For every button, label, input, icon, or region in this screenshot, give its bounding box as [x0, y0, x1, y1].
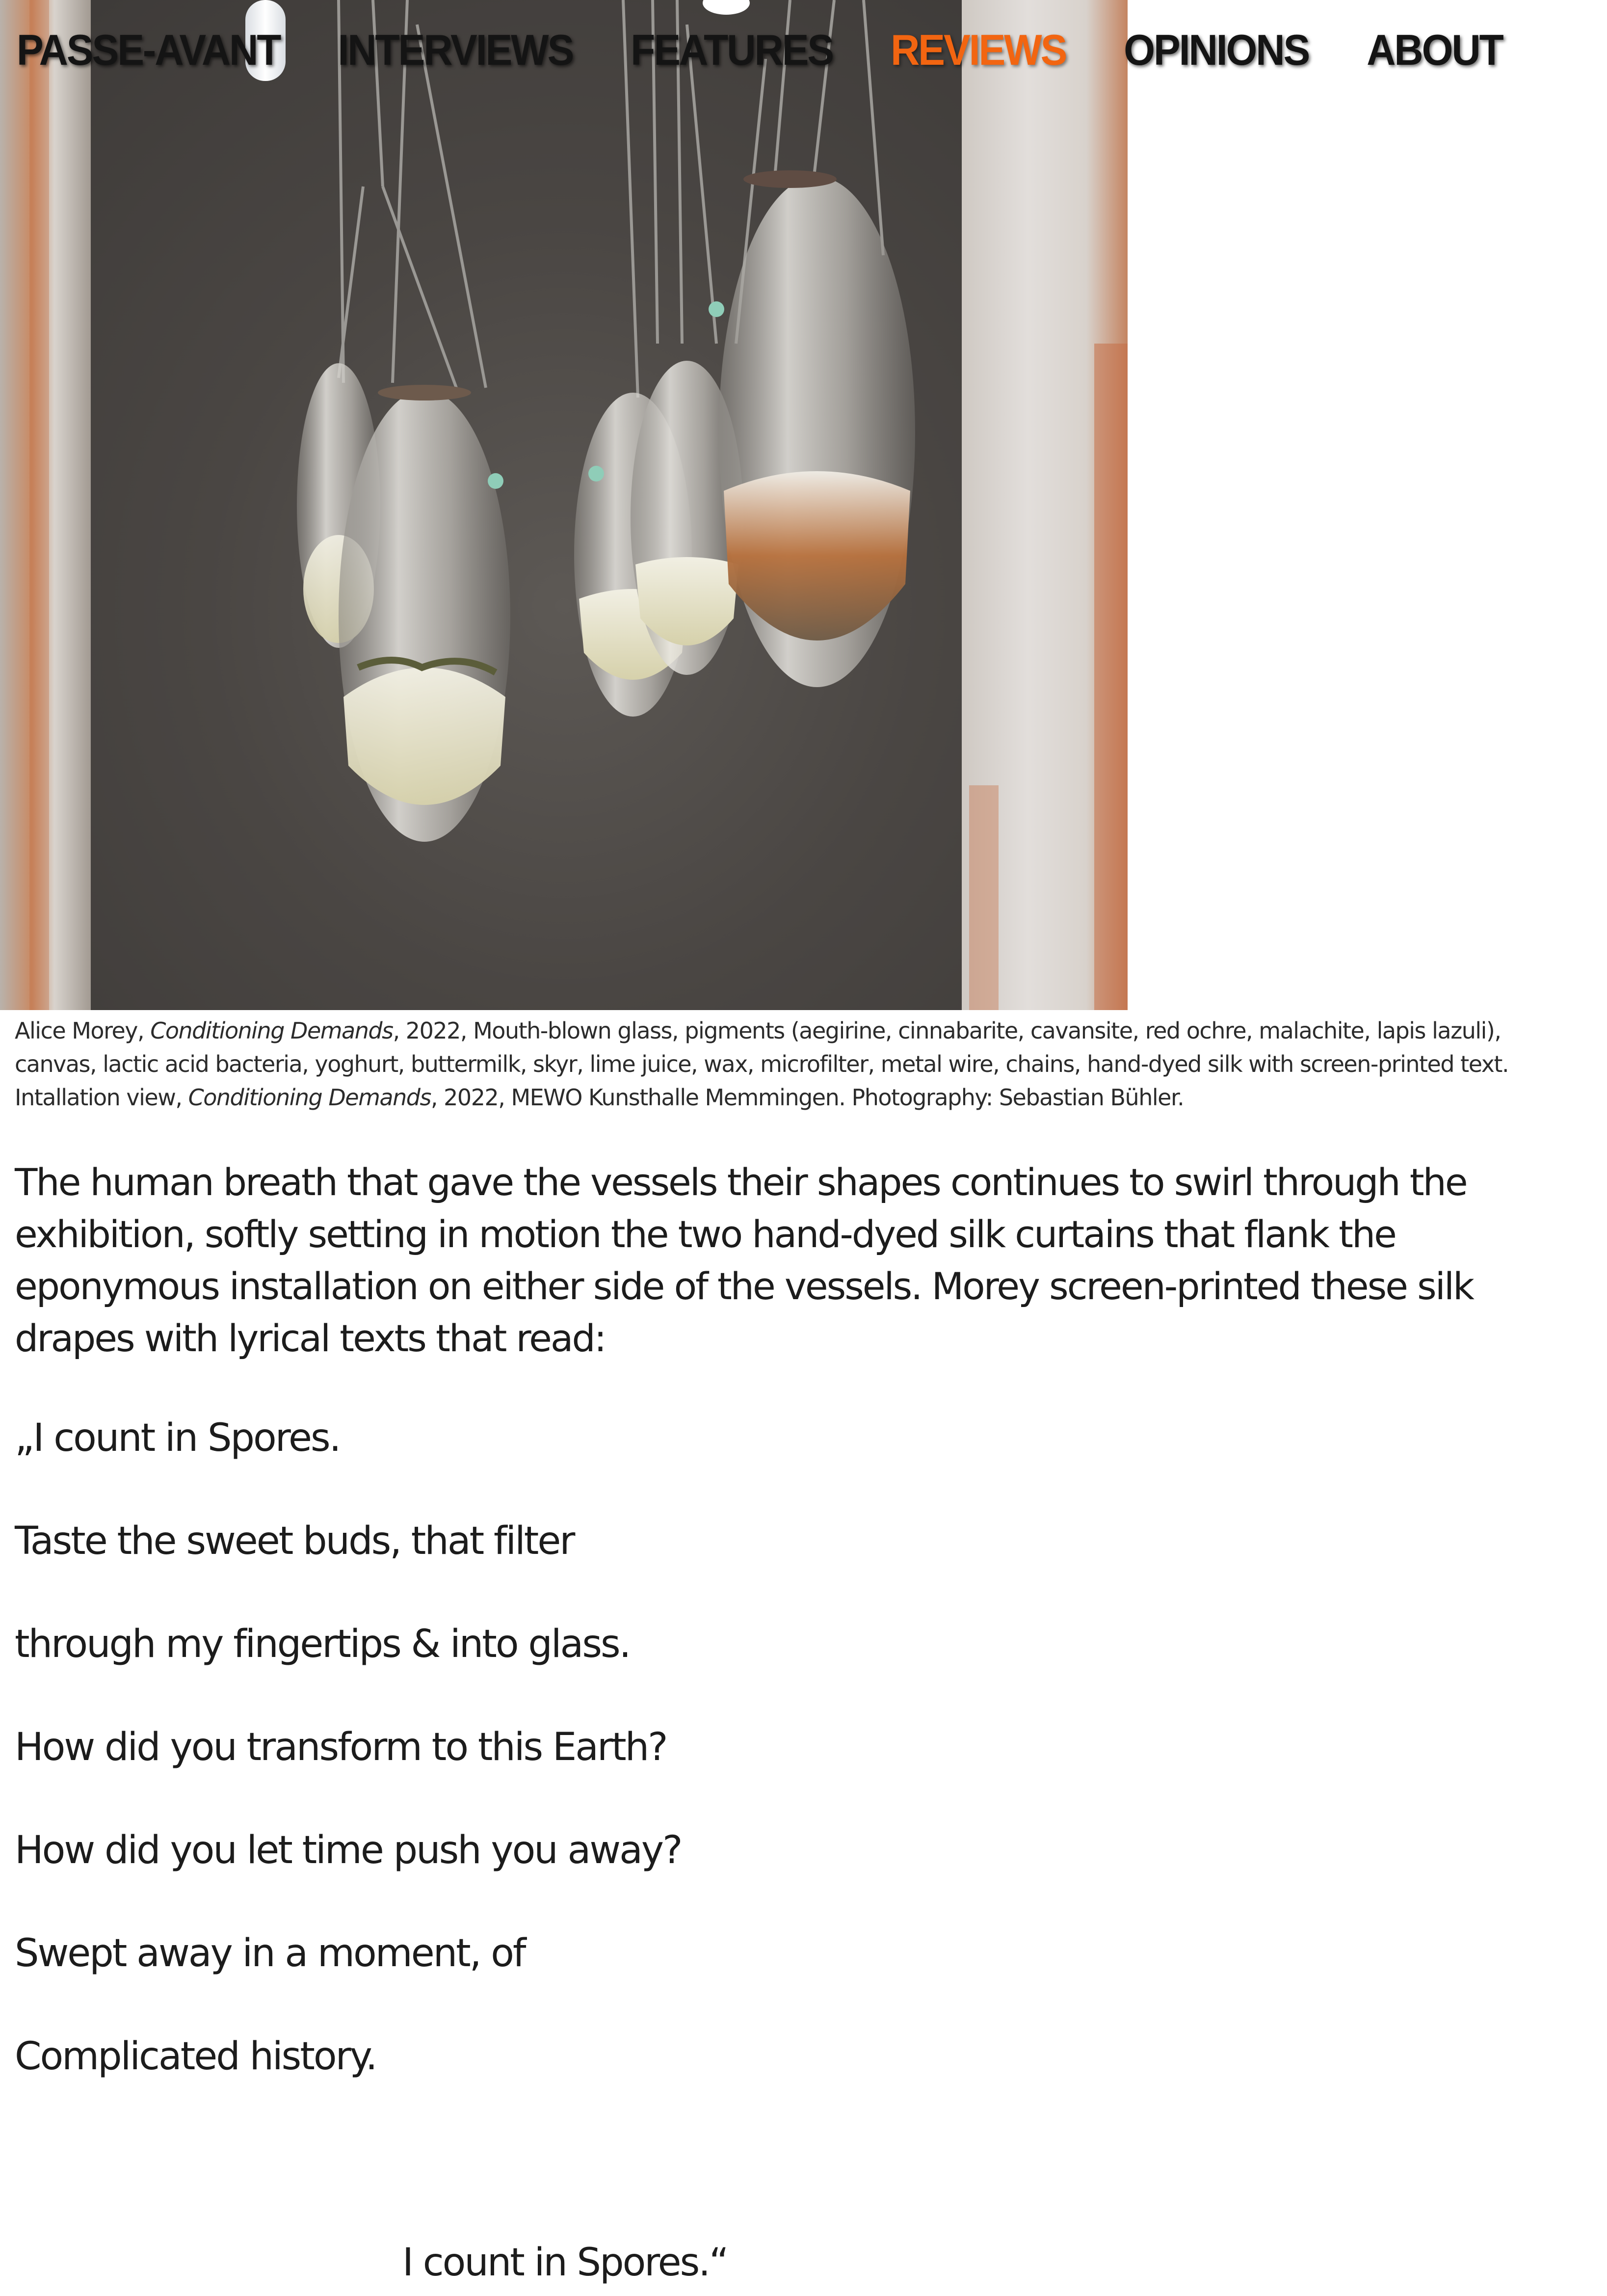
poem-closing-line: I count in Spores.“ [402, 2241, 729, 2285]
caption-text: , 2022, MEWO Kunsthalle Memmingen. Photo… [430, 1084, 1185, 1111]
nav-passe-avant[interactable]: PASSE-AVANT [17, 26, 281, 76]
poem-line: How did you let time push you away? [15, 1828, 683, 1872]
article-paragraph: The human breath that gave the vessels t… [15, 1160, 1475, 1360]
nav-interviews[interactable]: INTERVIEWS [338, 26, 574, 76]
installation-photo [0, 0, 1128, 1010]
nav-reviews[interactable]: REVIEWS [891, 26, 1067, 76]
poem-line: Taste the sweet buds, that filter [15, 1519, 575, 1563]
caption-work-title: Conditioning Demands [150, 1017, 394, 1044]
hero-image [0, 0, 1128, 1010]
nav-features[interactable]: FEATURES [631, 26, 834, 76]
poem-line: „I count in Spores. [15, 1416, 341, 1460]
caption-exhibition-title: Conditioning Demands [188, 1084, 432, 1111]
poem-line: Complicated history. [15, 2034, 378, 2079]
image-caption: Alice Morey, Conditioning Demands, 2022,… [15, 1014, 1585, 1114]
main-nav: PASSE-AVANT INTERVIEWS FEATURES REVIEWS … [17, 24, 1504, 78]
nav-about[interactable]: ABOUT [1367, 26, 1504, 76]
poem-line: How did you transform to this Earth? [15, 1725, 668, 1769]
nav-opinions[interactable]: OPINIONS [1124, 26, 1310, 76]
poem-line: through my fingertips & into glass. [15, 1622, 631, 1666]
caption-text: Alice Morey, [15, 1017, 151, 1044]
poem-line: Swept away in a moment, of [15, 1931, 526, 1976]
